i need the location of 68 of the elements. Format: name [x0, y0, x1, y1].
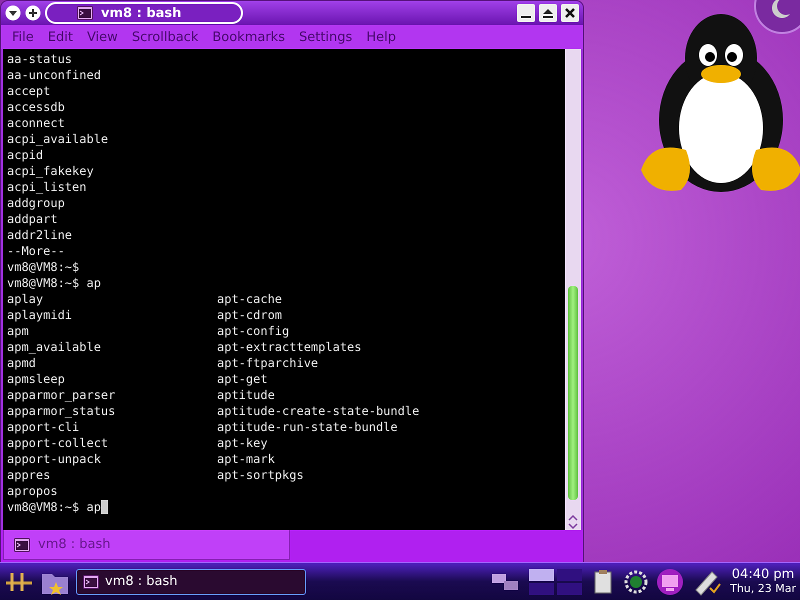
terminal-line: apt-cache [217, 291, 284, 307]
terminal-line: vm8@VM8:~$ ap [7, 275, 102, 291]
terminal-line: aa-status [7, 51, 74, 67]
menu-item[interactable]: View [80, 30, 125, 44]
terminal-line: aplaymidi [7, 307, 74, 323]
terminal-line: aa-unconfined [7, 67, 102, 83]
terminal-line: accessdb [7, 99, 66, 115]
terminal-line: apmd [7, 355, 37, 371]
text-cursor [100, 500, 108, 514]
close-icon[interactable] [561, 4, 579, 22]
terminal-icon [83, 574, 99, 588]
monitor-icon[interactable] [656, 568, 684, 596]
menu-item[interactable]: File [5, 30, 41, 44]
gear-icon[interactable] [624, 570, 648, 594]
scroll-up-icon[interactable] [568, 514, 578, 522]
terminal-line: acpi_listen [7, 179, 88, 195]
terminal-line: apparmor_parser [7, 387, 116, 403]
terminal-line: acpid [7, 147, 44, 163]
scrollbar[interactable] [565, 49, 581, 530]
terminal-line: apport-unpack [7, 451, 102, 467]
terminal-line: aplay [7, 291, 44, 307]
terminal-line: aptitude [217, 387, 276, 403]
terminal-line: apm_available [7, 339, 102, 355]
terminal-line: accept [7, 83, 52, 99]
terminal-line: apmsleep [7, 371, 66, 387]
menu-icon[interactable] [5, 5, 21, 21]
terminal-line: apt-extracttemplates [217, 339, 362, 355]
terminal-line: aconnect [7, 115, 66, 131]
terminal-line: acpi_fakekey [7, 163, 95, 179]
terminal-line: apropos [7, 483, 59, 499]
menu-item[interactable]: Help [359, 30, 403, 44]
terminal-line: appres [7, 467, 52, 483]
terminal-line: apparmor_status [7, 403, 116, 419]
terminal-line: addgroup [7, 195, 66, 211]
taskbar-button[interactable]: vm8 : bash [76, 568, 306, 594]
terminal-line: acpi_available [7, 131, 110, 147]
menu-item[interactable]: Edit [40, 30, 80, 44]
terminal-line: apt-get [217, 371, 269, 387]
terminal-line: addpart [7, 211, 59, 227]
terminal-line: aptitude-run-state-bundle [217, 419, 399, 435]
clock-time[interactable]: 04:40 pm [732, 568, 794, 582]
terminal-line: apt-config [217, 323, 290, 339]
session-tab[interactable]: vm8 : bash [3, 530, 290, 560]
menu-item[interactable]: Scrollback [124, 30, 206, 44]
terminal-line: apport-cli [7, 419, 80, 435]
terminal-input-line: vm8@VM8:~$ ap [7, 500, 101, 514]
terminal-line: apt-sortpkgs [217, 467, 305, 483]
terminal-line: vm8@VM8:~$ [7, 259, 80, 275]
terminal-line: apt-ftparchive [217, 355, 320, 371]
terminal-line: apt-key [217, 435, 269, 451]
terminal-icon [14, 538, 30, 552]
terminal-line: apt-mark [217, 451, 276, 467]
desktop-pager-icon[interactable] [528, 568, 584, 596]
clock-date[interactable]: Thu, 23 Mar [730, 582, 796, 596]
terminal-line: apt-cdrom [217, 307, 284, 323]
scroll-thumb[interactable] [568, 286, 578, 500]
terminal-line: apm [7, 323, 30, 339]
terminal-line: apport-collect [7, 435, 110, 451]
terminal-line: addr2line [7, 227, 74, 243]
terminal-line: aptitude-create-state-bundle [217, 403, 420, 419]
menu-item[interactable]: Settings [292, 30, 360, 44]
minimize-icon[interactable] [517, 4, 535, 22]
terminal-icon [77, 6, 93, 20]
menu-item[interactable]: Bookmarks [205, 30, 292, 44]
scroll-down-icon[interactable] [568, 522, 578, 530]
terminal-line: --More-- [7, 243, 66, 259]
window-title: vm8 : bash [101, 6, 182, 20]
maximize-icon[interactable] [539, 4, 557, 22]
